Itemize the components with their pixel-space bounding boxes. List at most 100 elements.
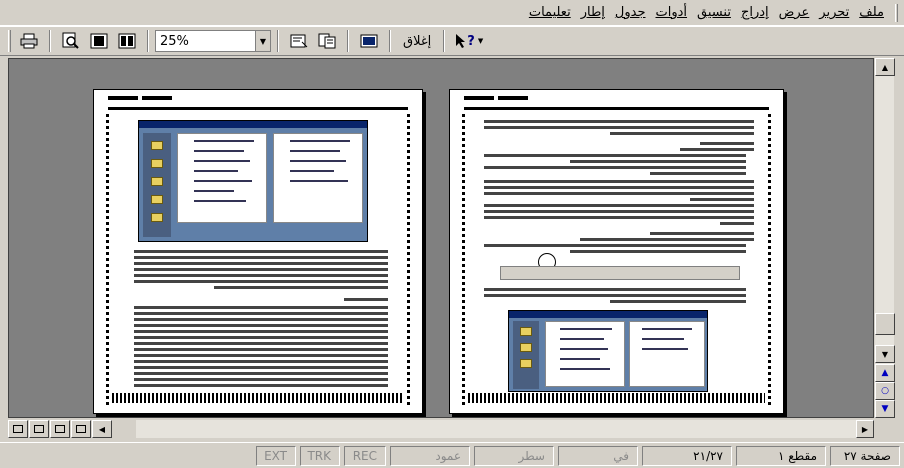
file-row	[560, 348, 608, 350]
text-line	[690, 198, 754, 201]
zoom-dropdown-button[interactable]: ▼	[255, 30, 271, 52]
text-line	[484, 186, 754, 189]
menu-table[interactable]: جدول	[610, 5, 651, 20]
text-line	[484, 180, 754, 183]
folder-icon	[520, 327, 532, 336]
text-line	[700, 142, 754, 145]
text-line	[720, 222, 754, 225]
text-line	[484, 154, 746, 157]
scroll-right-button[interactable]: ▶	[856, 420, 874, 438]
text-line	[134, 268, 388, 271]
help-question-icon: ?	[467, 33, 475, 49]
menu-bar-grip[interactable]	[895, 3, 898, 22]
menu-edit[interactable]: تحرير	[814, 5, 854, 20]
zoom-value: 25%	[160, 33, 189, 49]
vertical-scrollbar[interactable]: ▲ ▼ ▲ ○ ▼	[874, 58, 895, 418]
text-line	[134, 372, 388, 375]
menu-help[interactable]: تعليمات	[524, 5, 576, 20]
double-chevron-up-icon: ▲	[881, 368, 889, 378]
toolbar-separator	[277, 30, 279, 52]
ruler-icon	[290, 34, 308, 48]
text-line	[134, 360, 388, 363]
status-trk[interactable]: TRK	[300, 445, 340, 466]
file-row	[194, 170, 238, 172]
text-line	[680, 148, 754, 151]
multiple-pages-icon	[118, 33, 136, 49]
page-footer-band	[468, 393, 765, 403]
text-line	[134, 366, 388, 369]
magnifier-button[interactable]	[59, 29, 83, 53]
menu-format[interactable]: تنسيق	[692, 5, 736, 20]
file-row	[194, 150, 244, 152]
normal-view-button[interactable]	[8, 420, 28, 438]
select-browse-object-button[interactable]: ○	[875, 382, 895, 400]
text-line	[134, 384, 388, 387]
menu-view[interactable]: عرض	[774, 5, 815, 20]
embedded-toolbar-strip	[500, 266, 740, 280]
next-page-button[interactable]: ▼	[875, 400, 895, 418]
context-help-button[interactable]: ? ▼	[451, 33, 487, 49]
menu-bar: ملف تحرير عرض إدراج تنسيق أدوات جدول إطا…	[0, 0, 904, 26]
arrow-pointer-icon	[456, 34, 466, 48]
folder-icon	[520, 359, 532, 368]
shrink-to-fit-icon	[318, 33, 336, 49]
view-ruler-button[interactable]	[287, 29, 311, 53]
menu-frame[interactable]: إطار	[576, 5, 610, 20]
view-and-horizontal-scroll-bar: ◀ ▶	[8, 419, 894, 439]
toolbar-grip[interactable]	[8, 30, 11, 52]
full-screen-button[interactable]	[357, 29, 381, 53]
scroll-thumb[interactable]	[875, 313, 895, 335]
folder-icon	[520, 343, 532, 352]
close-preview-button[interactable]: إغلاق	[397, 30, 437, 52]
one-page-button[interactable]	[87, 29, 111, 53]
double-chevron-down-icon: ▼	[881, 404, 889, 414]
file-row	[560, 358, 600, 360]
menu-file[interactable]: ملف	[854, 5, 889, 20]
text-line	[134, 250, 388, 253]
scroll-left-button[interactable]: ◀	[92, 420, 112, 438]
normal-view-icon	[13, 425, 23, 433]
web-layout-view-button[interactable]	[29, 420, 49, 438]
file-row	[560, 368, 610, 370]
outline-view-button[interactable]	[71, 420, 91, 438]
scroll-up-button[interactable]: ▲	[875, 58, 895, 76]
file-row	[194, 190, 234, 192]
header-bar	[464, 96, 494, 100]
previous-page-button[interactable]: ▲	[875, 364, 895, 382]
print-button[interactable]	[17, 29, 41, 53]
status-rec[interactable]: REC	[344, 445, 386, 466]
horizontal-scrollbar[interactable]: ▶	[136, 420, 874, 438]
multiple-pages-button[interactable]	[115, 29, 139, 53]
text-line	[570, 250, 746, 253]
text-line	[484, 216, 754, 219]
text-line	[134, 318, 388, 321]
page-thumbnail-right[interactable]	[449, 89, 784, 414]
menu-tools[interactable]: أدوات	[651, 5, 693, 20]
zoom-combobox[interactable]: 25%	[155, 30, 255, 52]
status-page: صفحة ٢٧	[830, 445, 900, 466]
embedded-screenshot	[138, 120, 368, 242]
toolbar-separator	[389, 30, 391, 52]
scroll-down-button[interactable]: ▼	[875, 345, 895, 363]
text-line	[134, 312, 388, 315]
printer-icon	[20, 33, 38, 49]
preview-workspace[interactable]	[8, 58, 874, 418]
chevron-right-icon: ▶	[861, 424, 869, 434]
chevron-left-icon: ◀	[98, 424, 106, 434]
text-line	[134, 348, 388, 351]
status-section: مقطع ١	[736, 445, 826, 466]
print-preview-toolbar: 25% ▼ إغلاق ? ▼	[0, 26, 904, 56]
text-line	[650, 172, 746, 175]
file-row	[642, 348, 688, 350]
print-layout-view-button[interactable]	[50, 420, 70, 438]
file-row	[560, 338, 604, 340]
status-ext[interactable]: EXT	[256, 445, 296, 466]
folder-icon	[151, 213, 163, 222]
text-line	[484, 126, 754, 129]
shrink-to-fit-button[interactable]	[315, 29, 339, 53]
file-row	[194, 160, 250, 162]
menu-insert[interactable]: إدراج	[736, 5, 774, 20]
page-thumbnail-left[interactable]	[93, 89, 423, 414]
text-line	[134, 342, 388, 345]
text-line	[484, 204, 754, 207]
